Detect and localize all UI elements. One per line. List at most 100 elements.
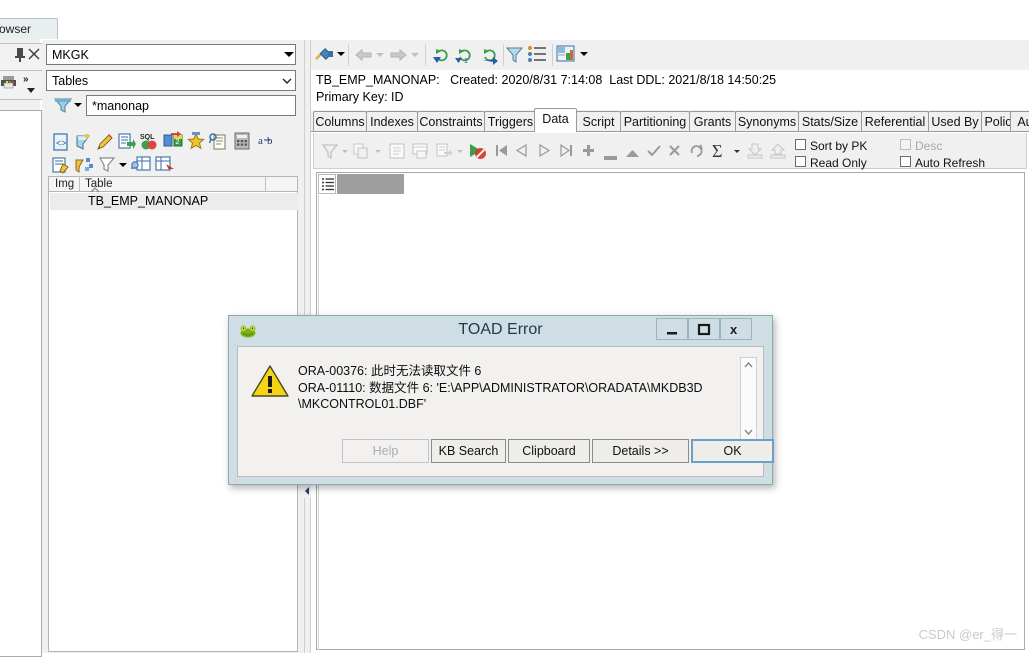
svg-text:x: x <box>730 322 738 337</box>
funnel-icon[interactable] <box>98 155 116 173</box>
tab-triggers[interactable]: Triggers <box>484 111 537 131</box>
error-message-line-1: ORA-00376: 此时无法读取文件 6 <box>298 364 482 378</box>
funnel-icon[interactable] <box>53 97 73 113</box>
grid-menu-icon[interactable] <box>318 174 336 194</box>
read-only-checkbox[interactable] <box>795 156 806 167</box>
refresh-next-icon[interactable] <box>480 45 500 65</box>
tab-partitioning[interactable]: Partitioning <box>620 111 690 131</box>
toad-error-dialog[interactable]: TOAD Error x ORA-00376: 此时无法读取文件 6 ORA-0… <box>228 315 774 485</box>
tab-constraints[interactable]: Constraints <box>417 111 485 131</box>
toolbar-separator-4 <box>552 44 553 66</box>
grid-view-icon[interactable] <box>556 45 575 63</box>
compare-icon[interactable]: 2 <box>163 131 183 149</box>
table-row[interactable]: TB_EMP_MANONAP <box>50 193 298 210</box>
warning-triangle-icon <box>251 364 289 398</box>
export-icon <box>436 143 453 159</box>
auto-refresh-label[interactable]: Auto Refresh <box>915 157 985 169</box>
chevron-double-right-icon[interactable]: » <box>22 72 40 96</box>
drop-object-icon[interactable] <box>155 155 174 173</box>
sum-icon[interactable]: Σ <box>712 141 728 161</box>
svg-text:SQL: SQL <box>140 134 155 141</box>
primary-key-label: Primary Key: <box>316 90 388 104</box>
refresh-all-icon[interactable] <box>432 45 452 65</box>
minimize-icon[interactable] <box>656 318 688 340</box>
tab-auditing[interactable]: Au <box>1010 111 1029 131</box>
import-data-icon <box>747 143 763 159</box>
pin-icon[interactable] <box>14 47 26 63</box>
schema-select-arrow[interactable] <box>282 46 295 63</box>
execute-stop-icon[interactable] <box>468 142 487 160</box>
tab-data[interactable]: Data <box>534 108 577 132</box>
scroll-down-icon[interactable] <box>741 424 756 439</box>
dialog-title-bar[interactable]: TOAD Error x <box>229 316 772 343</box>
sort-by-pk-checkbox[interactable] <box>795 139 806 150</box>
schema-select[interactable]: MKGK <box>46 44 296 65</box>
connection-icon[interactable] <box>315 46 335 64</box>
help-button: Help <box>342 439 429 463</box>
object-type-select-value: Tables <box>52 74 89 88</box>
splitter-collapse-arrow[interactable] <box>304 484 311 498</box>
describe-icon[interactable]: <> <box>52 133 70 151</box>
table-list-header: Img Table <box>48 176 298 192</box>
table-filter-input[interactable]: *manonap <box>86 95 296 116</box>
grid-settings-icon[interactable] <box>131 155 151 173</box>
kb-search-button[interactable]: KB Search <box>431 439 506 463</box>
schema-browser-dock-tab-label: rowser <box>0 22 32 36</box>
analyze-icon[interactable] <box>208 132 227 150</box>
next-record-icon <box>539 143 551 158</box>
printer-icon[interactable] <box>0 74 20 90</box>
calculator-icon[interactable] <box>233 132 251 150</box>
detail-view-icon <box>412 143 429 159</box>
filter-data-icon[interactable] <box>74 133 92 151</box>
read-only-label[interactable]: Read Only <box>810 157 867 169</box>
svg-text:a: a <box>258 135 263 147</box>
error-message: ORA-00376: 此时无法读取文件 6 ORA-01110: 数据文件 6:… <box>298 363 738 413</box>
report-icon[interactable] <box>52 156 70 174</box>
desc-label: Desc <box>915 139 943 153</box>
desc-checkbox <box>900 139 911 150</box>
back-arrow-icon <box>355 48 372 62</box>
create-script-icon[interactable] <box>118 133 136 151</box>
refresh-one-icon[interactable]: 1 <box>455 45 477 65</box>
tab-stats-size[interactable]: Stats/Size <box>798 111 862 131</box>
ok-button[interactable]: OK <box>691 439 774 463</box>
auto-refresh-checkbox[interactable] <box>900 156 911 167</box>
close-icon[interactable] <box>28 48 40 60</box>
sort-by-pk-label[interactable]: Sort by PK <box>810 140 867 152</box>
scroll-up-icon[interactable] <box>741 358 756 373</box>
tab-indexes[interactable]: Indexes <box>366 111 418 131</box>
favorite-icon[interactable] <box>186 131 205 150</box>
grid-column-header[interactable] <box>337 174 404 194</box>
object-type-select-arrow[interactable] <box>280 74 294 88</box>
sql-icon[interactable]: SQL <box>140 131 158 150</box>
forward-arrow-icon <box>390 48 407 62</box>
object-meta-line: TB_EMP_MANONAP: Created: 2020/8/31 7:14:… <box>316 73 776 87</box>
cancel-edit-icon <box>669 145 680 156</box>
filter-icon[interactable] <box>505 46 524 63</box>
maximize-icon[interactable] <box>688 318 720 340</box>
toolbar-separator-2 <box>425 44 426 66</box>
table-list-header-img[interactable]: Img <box>55 177 74 192</box>
schema-browser-dock-tab[interactable]: rowser <box>0 18 58 39</box>
edit-icon[interactable] <box>96 133 114 151</box>
close-icon[interactable]: x <box>720 318 752 340</box>
error-message-line-2: ORA-01110: 数据文件 6: 'E:\APP\ADMINISTRATOR… <box>298 380 703 395</box>
tab-script[interactable]: Script <box>576 111 621 131</box>
clipboard-button[interactable]: Clipboard <box>508 439 590 463</box>
tab-columns[interactable]: Columns <box>313 111 367 131</box>
tab-grants[interactable]: Grants <box>689 111 736 131</box>
tab-synonyms[interactable]: Synonyms <box>735 111 799 131</box>
svg-text:b: b <box>267 135 273 147</box>
schema-select-value: MKGK <box>52 48 89 62</box>
data-flow-icon[interactable] <box>74 155 93 173</box>
object-type-select[interactable]: Tables <box>46 70 296 91</box>
rename-icon[interactable]: ab <box>258 134 276 152</box>
tab-referential[interactable]: Referential <box>861 111 929 131</box>
sort-ascending-icon <box>90 182 100 193</box>
error-message-scrollbar[interactable] <box>740 357 757 440</box>
tab-used-by[interactable]: Used By <box>928 111 982 131</box>
last-ddl-value: 2021/8/18 14:50:25 <box>668 73 777 87</box>
list-icon[interactable] <box>527 45 547 63</box>
table-row-name: TB_EMP_MANONAP <box>88 194 209 208</box>
details-button[interactable]: Details >> <box>592 439 689 463</box>
